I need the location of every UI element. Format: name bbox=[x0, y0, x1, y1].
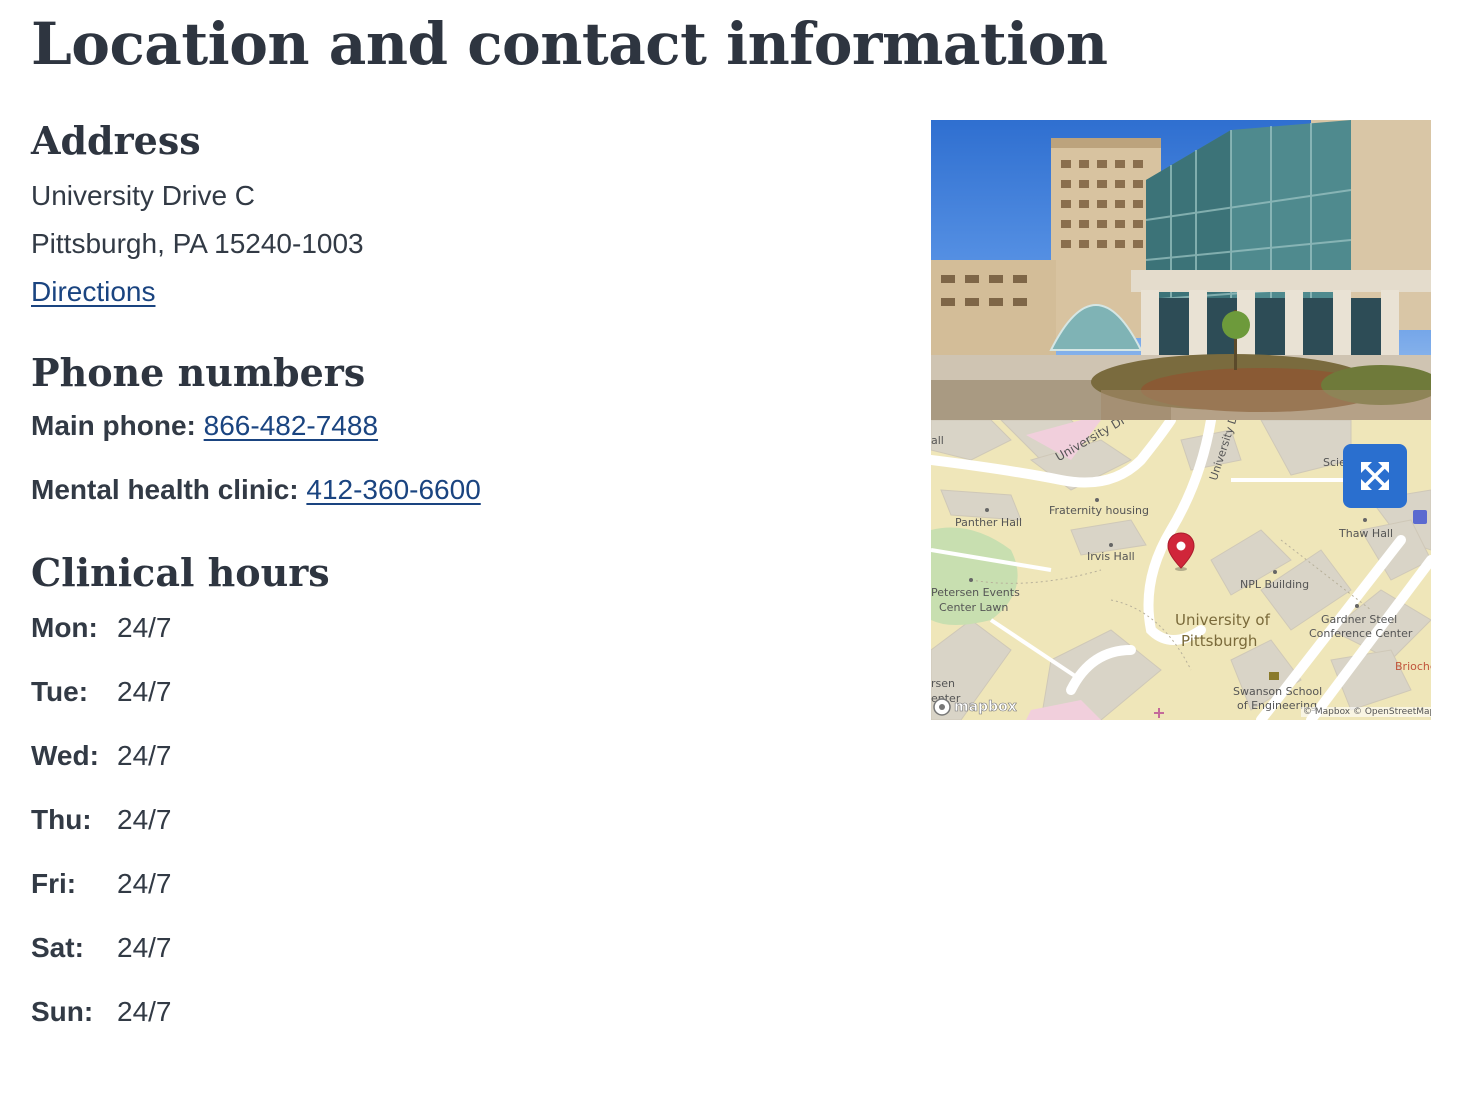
address-line-2: Pittsburgh, PA 15240-1003 bbox=[31, 228, 364, 259]
facility-photo-drawing bbox=[931, 120, 1431, 420]
hours-day: Thu: bbox=[31, 804, 92, 835]
address-line-1: University Drive C bbox=[31, 180, 256, 211]
main-phone-row: Main phone: 866-482-7488 bbox=[31, 406, 891, 446]
map-label: Swanson School bbox=[1233, 685, 1323, 698]
directions-link[interactable]: Directions bbox=[31, 276, 155, 307]
hours-day: Sun: bbox=[31, 996, 94, 1027]
hours-value: 24/7 bbox=[117, 676, 172, 707]
mapbox-logo-icon bbox=[933, 698, 951, 716]
mapbox-logo[interactable]: mapbox bbox=[933, 698, 1017, 716]
phone-section: Phone numbers Main phone: 866-482-7488 M… bbox=[31, 348, 891, 510]
page-title: Location and contact information bbox=[31, 10, 1108, 78]
hours-day: Fri: bbox=[31, 868, 77, 899]
hours-row: Sun: 24/7 bbox=[31, 992, 891, 1056]
hours-value: 24/7 bbox=[117, 868, 172, 899]
map-label: Fraternity housing bbox=[1049, 504, 1149, 517]
hours-row: Wed: 24/7 bbox=[31, 736, 891, 800]
facility-photo bbox=[931, 120, 1431, 420]
map-label: Conference Center bbox=[1309, 627, 1413, 640]
map-label: Panther Hall bbox=[955, 516, 1023, 529]
map-label: Petersen Events bbox=[931, 586, 1020, 599]
hours-heading: Clinical hours bbox=[31, 550, 330, 595]
phone-heading: Phone numbers bbox=[31, 350, 366, 395]
hours-value: 24/7 bbox=[117, 612, 172, 643]
map-label: Irvis Hall bbox=[1087, 550, 1135, 563]
map-label: NPL Building bbox=[1240, 578, 1310, 591]
contact-column: Address University Drive C Pittsburgh, P… bbox=[31, 116, 891, 1056]
hours-value: 24/7 bbox=[117, 996, 172, 1027]
mapbox-logo-text: mapbox bbox=[954, 699, 1017, 716]
main-phone-label: Main phone: bbox=[31, 410, 196, 441]
map-label: Center Lawn bbox=[939, 601, 1009, 614]
location-media: all University Dr University Dr Scie Pan… bbox=[931, 120, 1431, 720]
hours-section: Clinical hours Mon: 24/7 Tue: 24/7 Wed: … bbox=[31, 548, 891, 1056]
mental-health-phone-row: Mental health clinic: 412-360-6600 bbox=[31, 470, 891, 510]
map-label: University of bbox=[1175, 611, 1270, 629]
map-label: all bbox=[931, 434, 944, 447]
hours-day: Wed: bbox=[31, 740, 99, 771]
mental-health-phone-link[interactable]: 412-360-6600 bbox=[306, 474, 480, 505]
main-phone-link[interactable]: 866-482-7488 bbox=[204, 410, 378, 441]
hours-value: 24/7 bbox=[117, 804, 172, 835]
hours-row: Mon: 24/7 bbox=[31, 608, 891, 672]
hours-value: 24/7 bbox=[117, 740, 172, 771]
mental-health-phone-label: Mental health clinic: bbox=[31, 474, 299, 505]
hours-row: Tue: 24/7 bbox=[31, 672, 891, 736]
address-section: Address University Drive C Pittsburgh, P… bbox=[31, 116, 891, 316]
hours-day: Tue: bbox=[31, 676, 89, 707]
hours-row: Sat: 24/7 bbox=[31, 928, 891, 992]
hours-day: Sat: bbox=[31, 932, 84, 963]
location-pin-icon[interactable] bbox=[1167, 532, 1195, 572]
map-label: Gardner Steel bbox=[1321, 613, 1398, 626]
hours-value: 24/7 bbox=[117, 932, 172, 963]
map-label: Thaw Hall bbox=[1339, 527, 1394, 540]
hours-row: Fri: 24/7 bbox=[31, 864, 891, 928]
map-label: Pittsburgh bbox=[1181, 632, 1258, 650]
expand-map-button[interactable] bbox=[1343, 444, 1407, 508]
location-map[interactable]: all University Dr University Dr Scie Pan… bbox=[931, 420, 1431, 720]
map-attribution[interactable]: © Mapbox © OpenStreetMap bbox=[1301, 707, 1431, 717]
hours-row: Thu: 24/7 bbox=[31, 800, 891, 864]
address-heading: Address bbox=[31, 118, 201, 163]
expand-arrows-icon bbox=[1361, 462, 1389, 490]
map-label: Brioche bbox=[1395, 660, 1431, 673]
hours-day: Mon: bbox=[31, 612, 98, 643]
map-label: rsen bbox=[931, 677, 955, 690]
